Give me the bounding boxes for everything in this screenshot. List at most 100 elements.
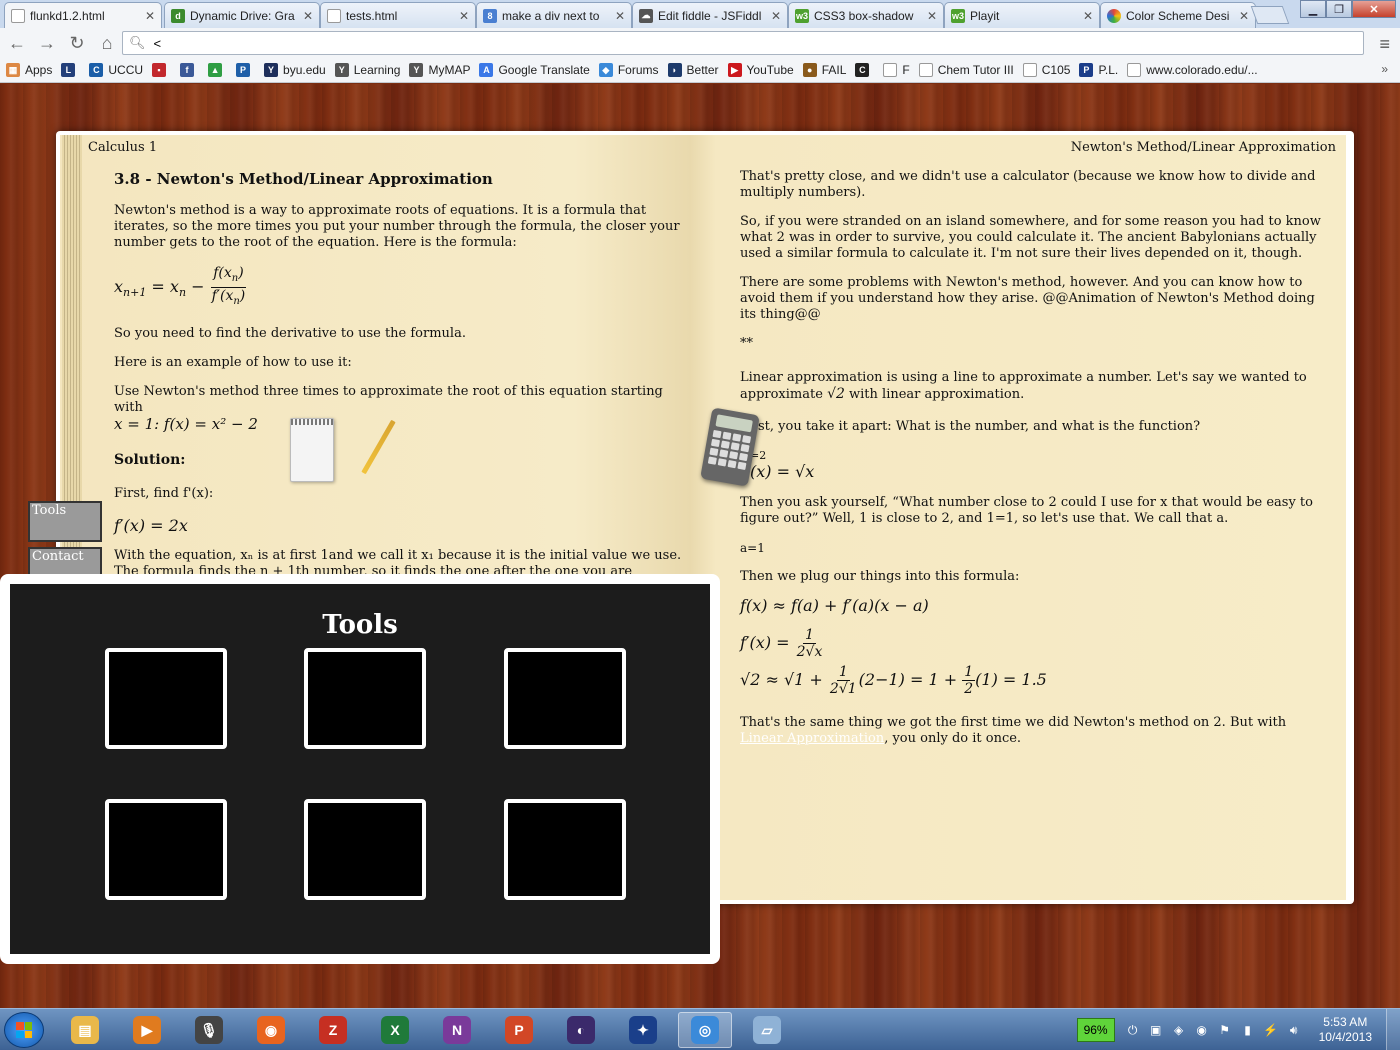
tab-flunkd[interactable]: flunkd1.2.html ✕ [4, 2, 162, 28]
bookmark-9[interactable]: Y MyMAP [409, 63, 470, 77]
tool-slot-2[interactable] [304, 648, 426, 749]
tab-jsfiddle[interactable]: ☁ Edit fiddle - JSFiddl ✕ [632, 2, 788, 28]
bookmark-17[interactable]: Chem Tutor III [918, 63, 1014, 77]
close-tab-icon[interactable]: ✕ [459, 9, 469, 23]
bookmark-15[interactable]: C [855, 63, 874, 77]
bookmark-2[interactable]: C UCCU [89, 63, 143, 77]
battery-indicator[interactable]: 96% [1076, 1018, 1115, 1042]
bookmark-12[interactable]: ◗ Better [667, 63, 719, 77]
bookmark-14[interactable]: ● FAIL [802, 63, 846, 77]
close-tab-icon[interactable]: ✕ [615, 9, 625, 23]
bookmark-11[interactable]: ◆ Forums [598, 63, 659, 77]
tools-panel: Tools [0, 574, 720, 964]
tray-app-icon-3[interactable]: ◉ [1194, 1022, 1210, 1038]
close-window-icon[interactable]: ✕ [1352, 0, 1396, 18]
taskbar-network-button[interactable]: ✦ [616, 1012, 670, 1048]
bookmark-20[interactable]: www.colorado.edu/... [1127, 63, 1258, 77]
bookmark-16[interactable]: F [883, 63, 910, 77]
asterisks: ** [740, 336, 753, 351]
taskbar-excel-button[interactable]: X [368, 1012, 422, 1048]
tab-dynamic-drive[interactable]: d Dynamic Drive: Gra ✕ [164, 2, 320, 28]
tab-css3-box-shadow[interactable]: w3 CSS3 box-shadow ✕ [788, 2, 944, 28]
bookmark-0[interactable]: ▦ Apps [6, 63, 52, 77]
close-tab-icon[interactable]: ✕ [771, 9, 781, 23]
taskbar-filezilla-button[interactable]: Z [306, 1012, 360, 1048]
minimize-icon[interactable]: ▁ [1300, 0, 1326, 18]
tray-app-icon[interactable]: ▣ [1148, 1022, 1164, 1038]
bookmark-icon-red: ▪ [152, 63, 167, 77]
bookmark-18[interactable]: C105 [1022, 63, 1071, 77]
reload-icon[interactable]: ↻ [64, 30, 90, 56]
bookmark-13[interactable]: ▶ YouTube [727, 63, 794, 77]
tray-app-icon-2[interactable]: ◈ [1171, 1022, 1187, 1038]
explorer-icon: ▤ [71, 1016, 99, 1044]
volume-icon[interactable]: 🔊︎ [1286, 1022, 1302, 1038]
power-icon[interactable]: ⚡ [1263, 1022, 1279, 1038]
tool-slot-1[interactable] [105, 648, 227, 749]
close-tab-icon[interactable]: ✕ [927, 9, 937, 23]
tab-tests[interactable]: tests.html ✕ [320, 2, 476, 28]
taskbar-notepad-button[interactable]: ▱ [740, 1012, 794, 1048]
show-desktop-button[interactable] [1386, 1009, 1400, 1050]
action-center-flag-icon[interactable]: ⚑ [1217, 1022, 1233, 1038]
taskbar-explorer-button[interactable]: ▤ [58, 1012, 112, 1048]
back-icon[interactable]: ← [4, 30, 30, 56]
start-button[interactable] [4, 1012, 44, 1048]
close-tab-icon[interactable]: ✕ [1083, 9, 1093, 23]
bookmark-19[interactable]: P P.L. [1079, 63, 1118, 77]
bookmark-5[interactable]: ▲ [208, 63, 227, 77]
clock[interactable]: 5:53 AM 10/4/2013 [1319, 1015, 1372, 1045]
bookmark-4[interactable]: f [180, 63, 199, 77]
jsfiddle-icon: ☁ [639, 8, 653, 23]
page-icon [1022, 63, 1037, 77]
tool-slot-3[interactable] [504, 648, 626, 749]
bookmarks-bar: ▦ Apps L C UCCU ▪ f ▲ P Ybyu.edu Y Learning Y MyMAP A G… [0, 58, 1400, 83]
taskbar-firefox-button[interactable]: ◉ [244, 1012, 298, 1048]
lds-icon: L [61, 63, 76, 77]
fail-icon: ● [802, 63, 817, 77]
address-text: < [153, 35, 162, 51]
tools-menu-button[interactable]: Tools [28, 501, 102, 542]
forward-icon[interactable]: → [34, 30, 60, 56]
bookmark-7[interactable]: Ybyu.edu [264, 63, 326, 77]
tool-slot-5[interactable] [304, 799, 426, 900]
chrome-menu-icon[interactable]: ≡ [1379, 34, 1390, 55]
bookmark-3[interactable]: ▪ [152, 63, 171, 77]
google-icon: 8 [483, 8, 497, 23]
take-apart-text: st, you take it apart: What is the numbe… [758, 419, 1201, 434]
contact-menu-button[interactable]: Contact [28, 547, 102, 577]
close-tab-icon[interactable]: ✕ [145, 9, 155, 23]
bookmark-10[interactable]: A Google Translate [479, 63, 590, 77]
taskbar-eclipse-button[interactable]: ◐ [554, 1012, 608, 1048]
tool-slot-6[interactable] [504, 799, 626, 900]
example-problem: Use Newton's method three times to appro… [114, 383, 663, 433]
address-bar[interactable]: 🔍︎ < [122, 31, 1364, 55]
closing-paragraph: That's the same thing we got the first t… [740, 715, 1287, 746]
bookmark-label: C105 [1041, 63, 1071, 77]
close-tab-icon[interactable]: ✕ [1239, 9, 1249, 23]
linear-approximation-link[interactable]: Linear Approximation [740, 731, 884, 746]
chrome-icon: ◎ [691, 1016, 719, 1044]
signal-icon[interactable]: ▮ [1240, 1022, 1256, 1038]
bookmarks-overflow-icon[interactable]: » [1381, 62, 1388, 76]
taskbar-powerpoint-button[interactable]: P [492, 1012, 546, 1048]
tool-slot-4[interactable] [105, 799, 227, 900]
new-tab-button[interactable] [1250, 6, 1290, 24]
taskbar-chrome-button[interactable]: ◎ [678, 1012, 732, 1048]
bookmark-8[interactable]: Y Learning [334, 63, 400, 77]
power-plug-icon[interactable]: ⏻ [1125, 1022, 1141, 1038]
bookmark-label: Apps [25, 63, 53, 77]
close-tab-icon[interactable]: ✕ [303, 9, 313, 23]
restore-icon[interactable]: ❐ [1326, 0, 1352, 18]
tab-color-scheme[interactable]: Color Scheme Desi ✕ [1100, 2, 1256, 28]
taskbar-microphone-button[interactable]: 🎙︎ [182, 1012, 236, 1048]
taskbar-onenote-button[interactable]: N [430, 1012, 484, 1048]
home-icon[interactable]: ⌂ [94, 30, 120, 56]
taskbar-media-player-button[interactable]: ▶ [120, 1012, 174, 1048]
page-icon [883, 63, 898, 77]
bookmark-1[interactable]: L [61, 63, 80, 77]
bookmark-6[interactable]: P [236, 63, 255, 77]
tab-google-search[interactable]: 8 make a div next to ✕ [476, 2, 632, 28]
tab-playit[interactable]: w3 Playit ✕ [944, 2, 1100, 28]
car-icon: ◗ [667, 63, 682, 77]
